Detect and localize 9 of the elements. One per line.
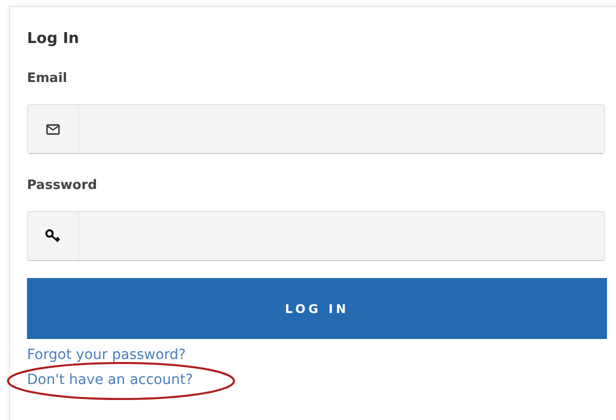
- envelope-icon: [46, 124, 60, 134]
- field-label: Email: [27, 71, 68, 86]
- input-field[interactable]: [27, 104, 605, 154]
- card-title: Log In: [27, 29, 80, 47]
- link[interactable]: Forgot your password?: [27, 346, 186, 362]
- field-label: Password: [27, 178, 98, 193]
- key-icon: [45, 229, 61, 243]
- input-field[interactable]: [27, 211, 605, 261]
- login-button[interactable]: LOG IN: [27, 278, 607, 339]
